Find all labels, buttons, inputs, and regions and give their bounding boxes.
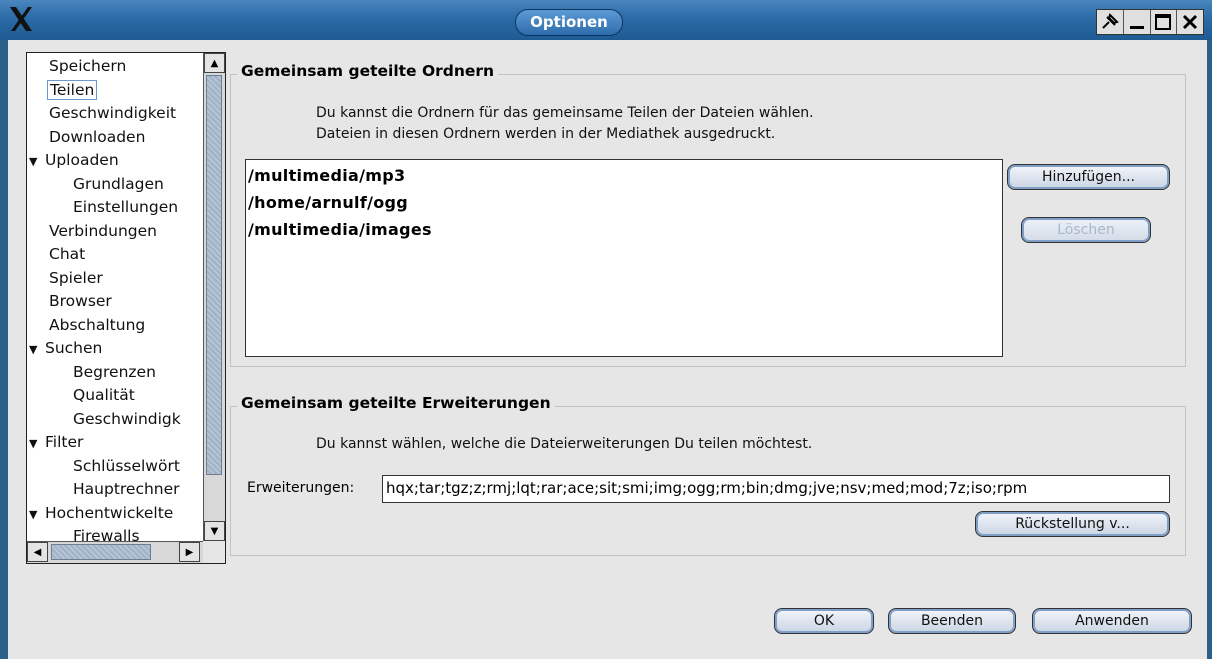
tree-item-label: Chat — [49, 245, 86, 263]
dialog-body: Speichern Teilen Geschwindigkeit Downloaden… — [8, 40, 1207, 659]
apply-button[interactable]: Anwenden — [1032, 608, 1192, 634]
tree-item[interactable]: Einstellungen — [27, 196, 199, 220]
tree-item-label: Spieler — [49, 268, 103, 287]
tree-item[interactable]: Begrenzen — [27, 361, 199, 385]
tree-item[interactable]: Spieler — [27, 267, 199, 291]
tree-item[interactable]: Speichern — [27, 55, 199, 79]
tree-item[interactable]: Downloaden — [27, 126, 199, 150]
tree-item[interactable]: Hauptrechner — [27, 478, 199, 502]
tree-item[interactable]: ▼ Filter — [27, 431, 199, 455]
x-logo-icon[interactable] — [6, 4, 36, 34]
tree-item[interactable]: ▼ Suchen — [27, 337, 199, 361]
arrow-left-icon: ◀ — [33, 546, 42, 558]
tree-item-label: Browser — [49, 292, 112, 310]
options-tree[interactable]: Speichern Teilen Geschwindigkeit Downloaden… — [26, 52, 226, 564]
tree-vertical-scrollbar[interactable]: ▲ ▼ — [203, 53, 225, 541]
tree-item[interactable]: Verbindungen — [27, 220, 199, 244]
window-title: Optionen — [515, 9, 623, 36]
scroll-down-button[interactable]: ▼ — [204, 521, 225, 541]
maximize-button[interactable] — [1151, 10, 1178, 34]
tree-item-label: Geschwindigkeit — [49, 104, 177, 122]
shared-extensions-title: Gemeinsam geteilte Erweiterungen — [237, 394, 555, 412]
scroll-right-button[interactable]: ▶ — [179, 542, 200, 562]
tree-horizontal-scrollbar[interactable]: ◀ ▶ — [27, 541, 203, 563]
tree-item[interactable]: Qualität — [27, 384, 199, 408]
tree-item[interactable]: ▼ Hochentwickelte — [27, 502, 199, 526]
arrow-down-icon: ▼ — [210, 525, 219, 537]
tree-item-label: Uploaden — [45, 151, 119, 169]
expand-toggle-icon[interactable]: ▼ — [29, 503, 43, 527]
tree-item-label: Speichern — [49, 57, 127, 75]
tree-item-label: Suchen — [45, 339, 103, 357]
shared-folders-desc-2: Dateien in diesen Ordnern werden in der … — [316, 126, 776, 142]
tree-item-label: Hochentwickelte — [45, 503, 174, 522]
folder-list[interactable]: /multimedia/mp3 /home/arnulf/ogg /multim… — [245, 159, 1003, 357]
shared-extensions-desc: Du kannst wählen, welche die Dateierweit… — [316, 436, 813, 452]
shared-folders-desc-1: Du kannst die Ordnern für das gemeinsame… — [316, 105, 814, 121]
tree-item-label: Teilen — [47, 79, 98, 100]
tree-item-label: Geschwindigk — [73, 409, 181, 428]
tree-item[interactable]: Browser — [27, 290, 199, 314]
tree-item[interactable]: Geschwindigk — [27, 408, 199, 432]
tree-item[interactable]: Abschaltung — [27, 314, 199, 338]
cancel-button[interactable]: Beenden — [888, 608, 1016, 634]
arrow-right-icon: ▶ — [185, 546, 194, 558]
close-button[interactable] — [1177, 10, 1203, 34]
maximize-icon — [1155, 14, 1172, 30]
tree-item-label: Schlüsselwört — [73, 456, 180, 475]
expand-toggle-icon[interactable]: ▼ — [29, 338, 43, 362]
shared-folders-group: Gemeinsam geteilte Ordnern Du kannst die… — [230, 62, 1186, 367]
scroll-left-button[interactable]: ◀ — [27, 542, 48, 562]
tree-item[interactable]: Geschwindigkeit — [27, 102, 199, 126]
reset-extensions-button[interactable]: Rückstellung v... — [975, 511, 1170, 537]
tree-item-label: Grundlagen — [73, 174, 164, 193]
vertical-scroll-thumb[interactable] — [206, 75, 222, 475]
tree-item-label: Filter — [45, 433, 84, 451]
window-frame: Optionen Speichern Teilen Geschwindigkei… — [0, 0, 1212, 659]
shared-folders-title: Gemeinsam geteilte Ordnern — [237, 62, 499, 80]
extensions-field[interactable]: hqx;tar;tgz;z;rmj;lqt;rar;ace;sit;smi;im… — [382, 475, 1170, 503]
extensions-label: Erweiterungen: — [247, 480, 355, 496]
scroll-up-button[interactable]: ▲ — [204, 53, 225, 73]
pin-icon — [1102, 13, 1119, 29]
tree-item-label: Begrenzen — [73, 362, 156, 381]
delete-folder-button[interactable]: Löschen — [1021, 217, 1151, 243]
arrow-up-icon: ▲ — [210, 57, 219, 69]
shared-extensions-group: Gemeinsam geteilte Erweiterungen Du kann… — [230, 394, 1186, 556]
tree-item-label: Downloaden — [49, 127, 146, 146]
list-item[interactable]: /home/arnulf/ogg — [248, 189, 1000, 216]
tree-item[interactable]: ▼ Uploaden — [27, 149, 199, 173]
tree-item-label: Einstellungen — [73, 198, 179, 216]
tree-item-label: Hauptrechner — [73, 480, 180, 498]
tree-list: Speichern Teilen Geschwindigkeit Downloaden… — [27, 55, 199, 549]
close-icon — [1183, 14, 1198, 30]
tree-item-label: Qualität — [73, 386, 135, 404]
minimize-button[interactable] — [1124, 10, 1151, 34]
horizontal-scroll-thumb[interactable] — [51, 544, 151, 560]
expand-toggle-icon[interactable]: ▼ — [29, 150, 43, 174]
tree-item[interactable]: Chat — [27, 243, 199, 267]
tree-item-label: Verbindungen — [49, 221, 157, 240]
window-controls — [1096, 9, 1204, 35]
add-folder-button[interactable]: Hinzufügen... — [1007, 164, 1170, 190]
list-item[interactable]: /multimedia/images — [248, 216, 1000, 243]
pin-button[interactable] — [1097, 10, 1124, 34]
ok-button[interactable]: OK — [774, 608, 874, 634]
title-bar[interactable]: Optionen — [0, 0, 1212, 40]
minimize-icon — [1129, 26, 1144, 29]
list-item[interactable]: /multimedia/mp3 — [248, 162, 1000, 189]
expand-toggle-icon[interactable]: ▼ — [29, 432, 43, 456]
tree-item-label: Abschaltung — [49, 315, 146, 334]
tree-item[interactable]: Grundlagen — [27, 173, 199, 197]
scrollbar-corner — [203, 541, 225, 563]
tree-item[interactable]: Schlüsselwört — [27, 455, 199, 479]
tree-item[interactable]: Teilen — [27, 79, 199, 103]
